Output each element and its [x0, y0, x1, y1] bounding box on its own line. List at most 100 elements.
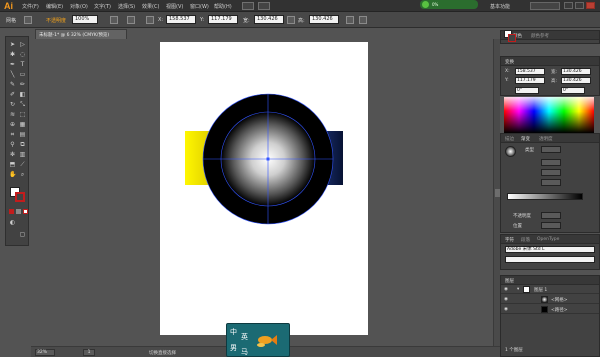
tab-gradient[interactable]: 渐变: [521, 136, 530, 142]
gradient-aspect-input[interactable]: [541, 169, 561, 176]
hand-tool-icon[interactable]: ✋: [9, 171, 16, 178]
tab-layers[interactable]: 图层: [505, 278, 514, 284]
panel-stroke-swatch[interactable]: [508, 34, 516, 42]
workspace-switcher[interactable]: 基本功能: [490, 3, 510, 10]
layer-row[interactable]: ◉ <路径>: [501, 305, 599, 314]
search-input[interactable]: [530, 2, 560, 10]
menu-type[interactable]: 文字(T): [94, 3, 111, 10]
panel-menu-icon[interactable]: [359, 16, 367, 24]
selection-tool-icon[interactable]: ➤: [9, 41, 16, 48]
eyedropper-tool-icon[interactable]: ⚲: [9, 141, 16, 148]
transform-icon[interactable]: [346, 16, 354, 24]
menu-edit[interactable]: 编辑(E): [46, 3, 63, 10]
reference-point-icon[interactable]: [146, 16, 154, 24]
color-mode-icon[interactable]: [9, 209, 14, 214]
gradient-tool-icon[interactable]: ▤: [19, 131, 26, 138]
notification-badge[interactable]: 0%: [420, 0, 478, 9]
minimize-button[interactable]: [564, 2, 573, 9]
gradient-slider[interactable]: [507, 193, 583, 200]
rotate-tool-icon[interactable]: ↻: [9, 101, 16, 108]
tab-transparency[interactable]: 透明度: [539, 136, 553, 142]
direct-selection-tool-icon[interactable]: ▷: [19, 41, 26, 48]
menu-select[interactable]: 选择(S): [118, 3, 135, 10]
gradient-type-select[interactable]: [541, 146, 561, 153]
screen-mode-icon[interactable]: ▢: [19, 231, 26, 238]
paintbrush-tool-icon[interactable]: ✎: [9, 81, 16, 88]
y-input[interactable]: 117.179: [208, 15, 238, 24]
eraser-tool-icon[interactable]: ◧: [19, 91, 26, 98]
rotate-angle-input[interactable]: 0°: [515, 87, 539, 94]
pencil-tool-icon[interactable]: ✏: [19, 81, 26, 88]
artboard-number-input[interactable]: 1: [83, 349, 95, 356]
bridge-icon[interactable]: [242, 2, 254, 10]
visibility-eye-icon[interactable]: ◉: [504, 297, 508, 302]
zoom-select[interactable]: 32%: [35, 349, 55, 356]
lasso-tool-icon[interactable]: ◌: [19, 51, 26, 58]
zoom-tool-icon[interactable]: ⌕: [19, 171, 26, 178]
blob-brush-tool-icon[interactable]: ✐: [9, 91, 16, 98]
gradient-mode-icon[interactable]: [16, 209, 21, 214]
artwork[interactable]: [160, 42, 368, 335]
canvas-area[interactable]: [31, 39, 493, 346]
transform-w-input[interactable]: 130.426: [561, 68, 591, 75]
gradient-angle-input[interactable]: [541, 159, 561, 166]
maximize-button[interactable]: [575, 2, 584, 9]
tab-stroke[interactable]: 描边: [505, 136, 514, 142]
vertical-scrollbar[interactable]: [493, 39, 500, 346]
align-icon[interactable]: [127, 16, 135, 24]
document-tab[interactable]: 未标题-1* @ 6 32% (CMYK/预览): [35, 29, 127, 39]
artboard[interactable]: [160, 42, 368, 335]
line-tool-icon[interactable]: ╲: [9, 71, 16, 78]
rectangle-tool-icon[interactable]: ▭: [19, 71, 26, 78]
shape-builder-tool-icon[interactable]: ⊕: [9, 121, 16, 128]
blend-tool-icon[interactable]: ⧉: [19, 141, 26, 148]
menu-view[interactable]: 视图(V): [166, 3, 183, 10]
gradient-preview[interactable]: [505, 146, 516, 157]
mesh-tool-icon[interactable]: ⌗: [9, 131, 16, 138]
perspective-grid-tool-icon[interactable]: ▦: [19, 121, 26, 128]
menu-window[interactable]: 窗口(W): [190, 3, 209, 10]
gradient-extra-input[interactable]: [541, 179, 561, 186]
color-spectrum[interactable]: [504, 97, 594, 133]
stroke-swatch-icon[interactable]: [24, 16, 32, 24]
style-icon[interactable]: [110, 16, 118, 24]
type-tool-icon[interactable]: T: [19, 61, 26, 68]
menu-file[interactable]: 文件(F): [22, 3, 39, 10]
gradient-opacity-input[interactable]: [541, 212, 561, 219]
width-input[interactable]: 130.426: [254, 15, 284, 24]
column-graph-tool-icon[interactable]: ▥: [19, 151, 26, 158]
transform-x-input[interactable]: 158.537: [515, 68, 545, 75]
height-input[interactable]: 130.426: [309, 15, 339, 24]
visibility-eye-icon[interactable]: ◉: [504, 307, 508, 312]
shear-angle-input[interactable]: 0°: [561, 87, 585, 94]
arrange-documents-icon[interactable]: [258, 2, 270, 10]
layer-row[interactable]: ◉ <网格>: [501, 295, 599, 304]
free-transform-tool-icon[interactable]: ⬚: [19, 111, 26, 118]
font-style-select[interactable]: [505, 256, 595, 263]
artboard-tool-icon[interactable]: ⬒: [9, 161, 16, 168]
magic-wand-tool-icon[interactable]: ✱: [9, 51, 16, 58]
layer-row[interactable]: ◉ ▾ 图层 1: [501, 285, 599, 294]
menu-effect[interactable]: 效果(C): [142, 3, 159, 10]
transform-y-input[interactable]: 117.179: [515, 77, 545, 84]
tab-character[interactable]: 字符: [505, 237, 514, 243]
none-mode-icon[interactable]: [23, 209, 28, 214]
thumbnail-popup[interactable]: 中 英 男 马: [226, 323, 290, 357]
width-tool-icon[interactable]: ≋: [9, 111, 16, 118]
symbol-sprayer-tool-icon[interactable]: ✻: [9, 151, 16, 158]
close-button[interactable]: [586, 2, 595, 9]
visibility-eye-icon[interactable]: ◉: [504, 287, 508, 292]
tab-transform[interactable]: 变换: [505, 59, 514, 65]
pen-tool-icon[interactable]: ✒: [9, 61, 16, 68]
opacity-label[interactable]: 不透明度: [46, 17, 66, 24]
transform-h-input[interactable]: 130.426: [561, 77, 591, 84]
drawing-mode-icon[interactable]: ◐: [9, 219, 16, 226]
stroke-swatch[interactable]: [15, 192, 25, 202]
tab-paragraph[interactable]: 段落: [521, 237, 530, 243]
opacity-input[interactable]: 100%: [72, 15, 98, 24]
scale-tool-icon[interactable]: ⤡: [19, 101, 26, 108]
x-input[interactable]: 158.537: [166, 15, 196, 24]
constrain-link-icon[interactable]: [287, 16, 295, 24]
gradient-location-input[interactable]: [541, 222, 561, 229]
menu-help[interactable]: 帮助(H): [214, 3, 232, 10]
